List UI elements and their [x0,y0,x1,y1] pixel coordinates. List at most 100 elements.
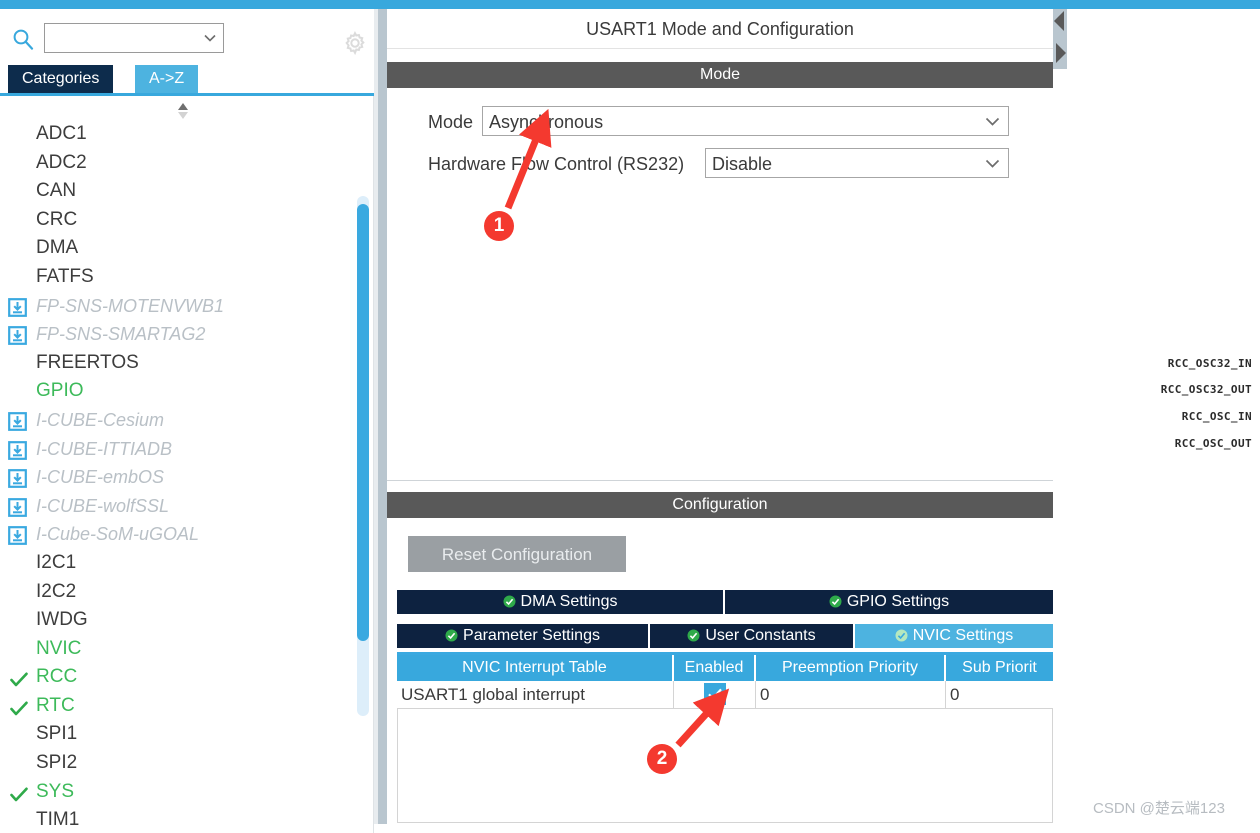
sidebar-item-i2c1[interactable]: I2C1 [0,549,356,578]
mode-combo[interactable]: Asynchronous [482,106,1009,136]
sidebar-item-label: FP-SNS-SMARTAG2 [36,324,206,345]
sidebar-item-label: I2C1 [36,551,77,573]
cell-interrupt-name: USART1 global interrupt [397,681,674,708]
cell-preemption-priority[interactable]: 0 [756,681,946,708]
mode-section-header: Mode [387,62,1053,88]
sidebar-item-crc[interactable]: CRC [0,206,356,235]
sidebar-item-label: ADC2 [36,151,87,173]
sidebar-item-sys[interactable]: SYS [0,778,356,807]
download-icon[interactable] [8,325,27,346]
tab-label: NVIC Settings [912,627,1014,644]
gear-icon[interactable] [343,31,367,56]
download-icon[interactable] [8,440,27,460]
sidebar-item-rtc[interactable]: RTC [0,692,356,721]
sidebar-item-gpio[interactable]: GPIO [0,377,356,406]
tab-dma-settings[interactable]: DMA Settings [397,590,725,614]
component-sidebar: Categories A->Z ADC1 ADC2 CAN CRC DMA FATFS FP… [0,9,374,833]
search-row [0,15,374,57]
sidebar-item-i-cube-cesium[interactable]: I-CUBE-Cesium [0,406,356,435]
sidebar-item-dma[interactable]: DMA [0,234,356,263]
tab-user-constants[interactable]: User Constants [650,624,855,648]
tab-gpio-settings[interactable]: GPIO Settings [725,590,1053,614]
sidebar-item-i2c2[interactable]: I2C2 [0,578,356,607]
search-combo[interactable] [44,23,224,53]
mode-combo-value: Asynchronous [489,112,604,132]
sidebar-item-label: I2C2 [36,580,77,602]
sidebar-item-label: SPI2 [36,752,78,774]
sidebar-item-iwdg[interactable]: IWDG [0,606,356,635]
sidebar-item-label: I-CUBE-wolfSSL [36,495,170,516]
sidebar-item-rcc[interactable]: RCC [0,663,356,692]
sidebar-item-label: FATFS [36,265,94,287]
table-empty-area [397,709,1053,823]
tab-nvic-settings[interactable]: NVIC Settings [855,624,1053,648]
annotation-badge-2: 2 [647,744,677,774]
sidebar-item-label: TIM1 [36,809,80,831]
sidebar-item-i-cube-som-ugoal[interactable]: I-Cube-SoM-uGOAL [0,520,356,549]
tab-label: DMA Settings [520,593,618,610]
sidebar-item-label: RTC [36,694,75,716]
table-row[interactable]: USART1 global interrupt 0 0 [397,681,1053,709]
search-icon [12,28,34,50]
column-header-sub-priority[interactable]: Sub Priorit [946,655,1053,681]
search-input[interactable] [45,24,197,52]
sidebar-item-label: SPI1 [36,723,78,745]
sidebar-item-adc1[interactable]: ADC1 [0,120,356,149]
download-icon[interactable] [8,297,27,317]
sidebar-item-fatfs[interactable]: FATFS [0,263,356,292]
sidebar-item-fp-sns-smartag2[interactable]: FP-SNS-SMARTAG2 [0,320,356,349]
sidebar-item-label: RCC [36,666,78,688]
page-title: USART1 Mode and Configuration [387,9,1053,49]
sort-indicator-icon[interactable] [172,101,194,121]
column-header-preemption-priority[interactable]: Preemption Priority [756,655,946,681]
sidebar-item-can[interactable]: CAN [0,177,356,206]
download-icon[interactable] [8,468,27,489]
component-list-area: ADC1 ADC2 CAN CRC DMA FATFS FP-SNS-MOTENVWB1 FP… [0,96,374,833]
check-circle-icon [687,626,700,642]
download-icon[interactable] [8,525,27,546]
sidebar-item-spi2[interactable]: SPI2 [0,749,356,778]
sidebar-item-freertos[interactable]: FREERTOS [0,349,356,378]
reset-configuration-button[interactable]: Reset Configuration [408,536,626,572]
chevron-down-icon[interactable] [985,115,1000,128]
tab-a-to-z[interactable]: A->Z [135,65,199,93]
component-list[interactable]: ADC1 ADC2 CAN CRC DMA FATFS FP-SNS-MOTENVWB1 FP… [0,120,356,833]
column-header-enabled[interactable]: Enabled [674,655,756,681]
sidebar-item-fp-sns-motenvwb1[interactable]: FP-SNS-MOTENVWB1 [0,292,356,321]
tab-categories[interactable]: Categories [8,65,114,93]
sidebar-item-spi1[interactable]: SPI1 [0,720,356,749]
nvic-enabled-checkbox[interactable] [703,683,726,705]
sidebar-item-tim1[interactable]: TIM1 [0,806,356,833]
sidebar-item-i-cube-wolfssl[interactable]: I-CUBE-wolfSSL [0,492,356,521]
sidebar-scrollbar-thumb[interactable] [357,204,369,641]
chevron-down-icon[interactable] [203,31,217,45]
main-config-panel: USART1 Mode and Configuration Mode Mode … [387,9,1061,824]
sidebar-item-label: FREERTOS [36,351,139,373]
sidebar-item-label: FP-SNS-MOTENVWB1 [36,295,225,316]
tab-label: GPIO Settings [846,593,950,610]
sidebar-item-i-cube-embos[interactable]: I-CUBE-embOS [0,463,356,492]
chevron-down-icon[interactable] [985,157,1000,170]
check-circle-icon [503,592,516,608]
cell-enabled[interactable] [674,681,756,708]
sidebar-item-i-cube-ittiadb[interactable]: I-CUBE-ITTIADB [0,435,356,464]
download-icon[interactable] [8,497,27,517]
sidebar-item-adc2[interactable]: ADC2 [0,149,356,178]
chevron-right-icon[interactable] [1053,37,1067,65]
panel-collapse-handle[interactable] [1053,9,1067,69]
sidebar-item-label: CAN [36,180,77,202]
sidebar-item-label: GPIO [36,380,84,402]
mode-field-label: Mode [428,112,474,132]
tab-parameter-settings[interactable]: Parameter Settings [397,624,650,648]
sidebar-item-nvic[interactable]: NVIC [0,635,356,664]
configuration-section-header: Configuration [387,492,1053,518]
column-header-interrupt[interactable]: NVIC Interrupt Table [397,655,674,681]
annotation-badge-label: 2 [656,748,668,769]
hw-flow-control-combo[interactable]: Disable [705,148,1009,178]
cell-sub-priority[interactable]: 0 [946,681,1053,708]
sidebar-item-label: IWDG [36,609,88,631]
download-icon[interactable] [8,411,27,431]
chevron-left-icon[interactable] [1053,9,1067,37]
sidebar-item-label: ADC1 [36,123,87,144]
sidebar-item-label: I-CUBE-ITTIADB [36,438,173,459]
